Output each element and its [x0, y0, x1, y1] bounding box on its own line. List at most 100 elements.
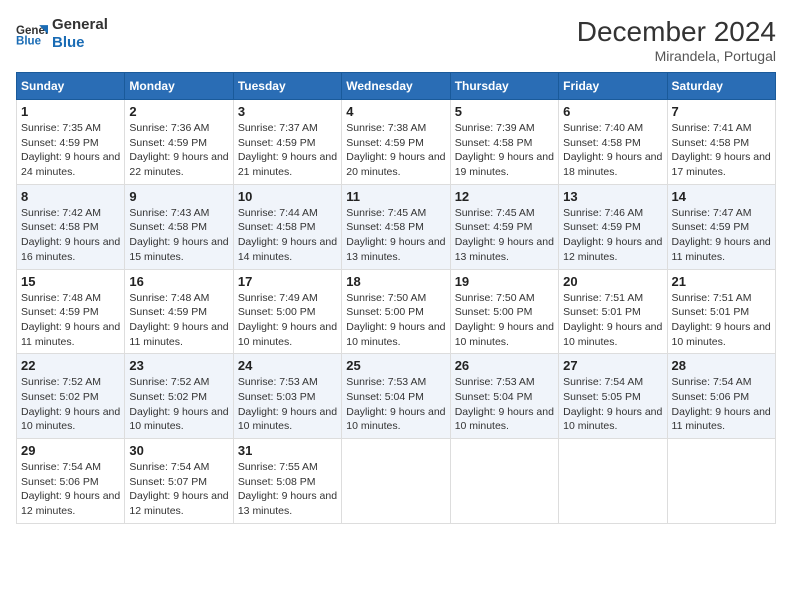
day-info: Sunrise: 7:53 AM Sunset: 5:03 PM Dayligh…: [238, 375, 337, 434]
sunset-label: Sunset: 5:03 PM: [238, 391, 316, 403]
sunset-label: Sunset: 4:59 PM: [563, 221, 641, 233]
day-info: Sunrise: 7:44 AM Sunset: 4:58 PM Dayligh…: [238, 206, 337, 265]
sunrise-label: Sunrise: 7:37 AM: [238, 122, 318, 134]
sunset-label: Sunset: 4:58 PM: [563, 137, 641, 149]
sunset-label: Sunset: 4:59 PM: [129, 137, 207, 149]
sunset-label: Sunset: 4:59 PM: [21, 306, 99, 318]
svg-text:Blue: Blue: [16, 36, 42, 48]
day-info: Sunrise: 7:50 AM Sunset: 5:00 PM Dayligh…: [455, 291, 554, 350]
daylight-label: Daylight: 9 hours and 19 minutes.: [455, 151, 554, 178]
sunset-label: Sunset: 5:08 PM: [238, 476, 316, 488]
sunrise-label: Sunrise: 7:44 AM: [238, 207, 318, 219]
day-number: 12: [455, 189, 554, 204]
calendar-cell: [342, 439, 450, 524]
daylight-label: Daylight: 9 hours and 13 minutes.: [346, 236, 445, 263]
day-info: Sunrise: 7:40 AM Sunset: 4:58 PM Dayligh…: [563, 121, 662, 180]
calendar-cell: 27 Sunrise: 7:54 AM Sunset: 5:05 PM Dayl…: [559, 354, 667, 439]
day-number: 19: [455, 274, 554, 289]
sunrise-label: Sunrise: 7:51 AM: [672, 292, 752, 304]
day-number: 29: [21, 443, 120, 458]
daylight-label: Daylight: 9 hours and 13 minutes.: [455, 236, 554, 263]
sunrise-label: Sunrise: 7:53 AM: [455, 376, 535, 388]
sunrise-label: Sunrise: 7:52 AM: [21, 376, 101, 388]
calendar-cell: 2 Sunrise: 7:36 AM Sunset: 4:59 PM Dayli…: [125, 100, 233, 185]
day-number: 1: [21, 104, 120, 119]
day-number: 13: [563, 189, 662, 204]
col-header-sunday: Sunday: [17, 73, 125, 100]
sunset-label: Sunset: 5:02 PM: [21, 391, 99, 403]
calendar-week-row: 8 Sunrise: 7:42 AM Sunset: 4:58 PM Dayli…: [17, 184, 776, 269]
title-block: December 2024 Mirandela, Portugal: [577, 16, 776, 64]
day-info: Sunrise: 7:49 AM Sunset: 5:00 PM Dayligh…: [238, 291, 337, 350]
sunset-label: Sunset: 4:59 PM: [238, 137, 316, 149]
day-number: 25: [346, 358, 445, 373]
page-header: General Blue General Blue December 2024 …: [16, 16, 776, 64]
calendar-week-row: 22 Sunrise: 7:52 AM Sunset: 5:02 PM Dayl…: [17, 354, 776, 439]
daylight-label: Daylight: 9 hours and 10 minutes.: [346, 321, 445, 348]
calendar-cell: 3 Sunrise: 7:37 AM Sunset: 4:59 PM Dayli…: [233, 100, 341, 185]
calendar-cell: 31 Sunrise: 7:55 AM Sunset: 5:08 PM Dayl…: [233, 439, 341, 524]
calendar-cell: 20 Sunrise: 7:51 AM Sunset: 5:01 PM Dayl…: [559, 269, 667, 354]
sunrise-label: Sunrise: 7:39 AM: [455, 122, 535, 134]
sunset-label: Sunset: 5:01 PM: [672, 306, 750, 318]
sunset-label: Sunset: 5:00 PM: [238, 306, 316, 318]
sunset-label: Sunset: 5:00 PM: [346, 306, 424, 318]
day-number: 23: [129, 358, 228, 373]
sunrise-label: Sunrise: 7:53 AM: [346, 376, 426, 388]
sunset-label: Sunset: 5:01 PM: [563, 306, 641, 318]
day-info: Sunrise: 7:50 AM Sunset: 5:00 PM Dayligh…: [346, 291, 445, 350]
daylight-label: Daylight: 9 hours and 12 minutes.: [21, 490, 120, 517]
sunset-label: Sunset: 5:05 PM: [563, 391, 641, 403]
day-number: 9: [129, 189, 228, 204]
day-info: Sunrise: 7:54 AM Sunset: 5:05 PM Dayligh…: [563, 375, 662, 434]
calendar-cell: 12 Sunrise: 7:45 AM Sunset: 4:59 PM Dayl…: [450, 184, 558, 269]
sunset-label: Sunset: 4:58 PM: [455, 137, 533, 149]
daylight-label: Daylight: 9 hours and 22 minutes.: [129, 151, 228, 178]
calendar-cell: 18 Sunrise: 7:50 AM Sunset: 5:00 PM Dayl…: [342, 269, 450, 354]
daylight-label: Daylight: 9 hours and 12 minutes.: [129, 490, 228, 517]
day-number: 15: [21, 274, 120, 289]
day-info: Sunrise: 7:38 AM Sunset: 4:59 PM Dayligh…: [346, 121, 445, 180]
day-info: Sunrise: 7:53 AM Sunset: 5:04 PM Dayligh…: [455, 375, 554, 434]
day-info: Sunrise: 7:54 AM Sunset: 5:07 PM Dayligh…: [129, 460, 228, 519]
daylight-label: Daylight: 9 hours and 12 minutes.: [563, 236, 662, 263]
daylight-label: Daylight: 9 hours and 10 minutes.: [129, 406, 228, 433]
sunset-label: Sunset: 5:06 PM: [21, 476, 99, 488]
daylight-label: Daylight: 9 hours and 10 minutes.: [563, 406, 662, 433]
sunset-label: Sunset: 5:06 PM: [672, 391, 750, 403]
calendar-cell: [450, 439, 558, 524]
calendar-cell: 19 Sunrise: 7:50 AM Sunset: 5:00 PM Dayl…: [450, 269, 558, 354]
calendar-cell: 16 Sunrise: 7:48 AM Sunset: 4:59 PM Dayl…: [125, 269, 233, 354]
daylight-label: Daylight: 9 hours and 10 minutes.: [238, 321, 337, 348]
daylight-label: Daylight: 9 hours and 10 minutes.: [21, 406, 120, 433]
day-info: Sunrise: 7:51 AM Sunset: 5:01 PM Dayligh…: [672, 291, 771, 350]
sunset-label: Sunset: 5:04 PM: [346, 391, 424, 403]
calendar-cell: 13 Sunrise: 7:46 AM Sunset: 4:59 PM Dayl…: [559, 184, 667, 269]
daylight-label: Daylight: 9 hours and 11 minutes.: [21, 321, 120, 348]
daylight-label: Daylight: 9 hours and 17 minutes.: [672, 151, 771, 178]
sunset-label: Sunset: 4:59 PM: [129, 306, 207, 318]
daylight-label: Daylight: 9 hours and 10 minutes.: [346, 406, 445, 433]
logo: General Blue General Blue: [16, 16, 108, 52]
col-header-thursday: Thursday: [450, 73, 558, 100]
day-number: 6: [563, 104, 662, 119]
day-info: Sunrise: 7:35 AM Sunset: 4:59 PM Dayligh…: [21, 121, 120, 180]
day-number: 28: [672, 358, 771, 373]
calendar-cell: 7 Sunrise: 7:41 AM Sunset: 4:58 PM Dayli…: [667, 100, 775, 185]
daylight-label: Daylight: 9 hours and 10 minutes.: [563, 321, 662, 348]
day-info: Sunrise: 7:51 AM Sunset: 5:01 PM Dayligh…: [563, 291, 662, 350]
sunset-label: Sunset: 4:59 PM: [21, 137, 99, 149]
day-number: 14: [672, 189, 771, 204]
sunrise-label: Sunrise: 7:40 AM: [563, 122, 643, 134]
calendar-title: December 2024: [577, 16, 776, 48]
day-info: Sunrise: 7:42 AM Sunset: 4:58 PM Dayligh…: [21, 206, 120, 265]
day-info: Sunrise: 7:48 AM Sunset: 4:59 PM Dayligh…: [129, 291, 228, 350]
logo-general: General: [52, 16, 108, 34]
sunrise-label: Sunrise: 7:54 AM: [129, 461, 209, 473]
sunrise-label: Sunrise: 7:45 AM: [346, 207, 426, 219]
col-header-saturday: Saturday: [667, 73, 775, 100]
calendar-subtitle: Mirandela, Portugal: [577, 48, 776, 64]
daylight-label: Daylight: 9 hours and 14 minutes.: [238, 236, 337, 263]
day-info: Sunrise: 7:46 AM Sunset: 4:59 PM Dayligh…: [563, 206, 662, 265]
sunrise-label: Sunrise: 7:45 AM: [455, 207, 535, 219]
